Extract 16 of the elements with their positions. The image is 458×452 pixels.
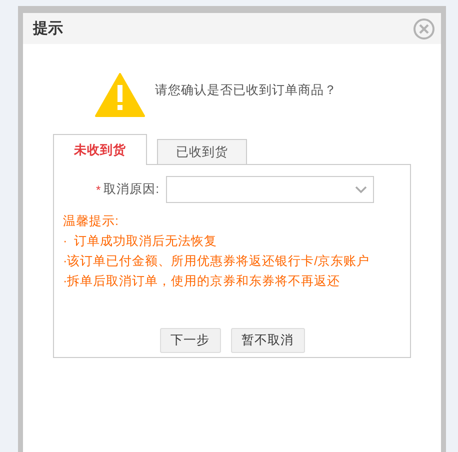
close-icon[interactable] — [413, 18, 435, 40]
required-mark: * — [96, 182, 101, 196]
dialog-title: 提示 — [33, 19, 63, 38]
tab[interactable]: 未收到货 — [53, 134, 147, 165]
chevron-down-icon — [354, 186, 367, 194]
dialog-button[interactable]: 下一步 — [160, 328, 220, 353]
reason-select[interactable] — [166, 176, 374, 203]
tab[interactable]: 已收到货 — [157, 139, 247, 164]
reason-label: 取消原因: — [104, 181, 160, 198]
tips-heading: 温馨提示: — [63, 213, 120, 230]
tip-text: ·拆单后取消订单，使用的京券和东券将不再返还 — [63, 273, 342, 290]
warning-icon — [95, 73, 145, 117]
tip-text: · 订单成功取消后无法恢复 — [63, 233, 218, 250]
confirm-message: 请您确认是否已收到订单商品？ — [155, 82, 337, 99]
dialog-button[interactable]: 暂不取消 — [230, 328, 304, 353]
tip-text: ·该订单已付金额、所用优惠券将返还银行卡/京东账户 — [63, 253, 371, 270]
